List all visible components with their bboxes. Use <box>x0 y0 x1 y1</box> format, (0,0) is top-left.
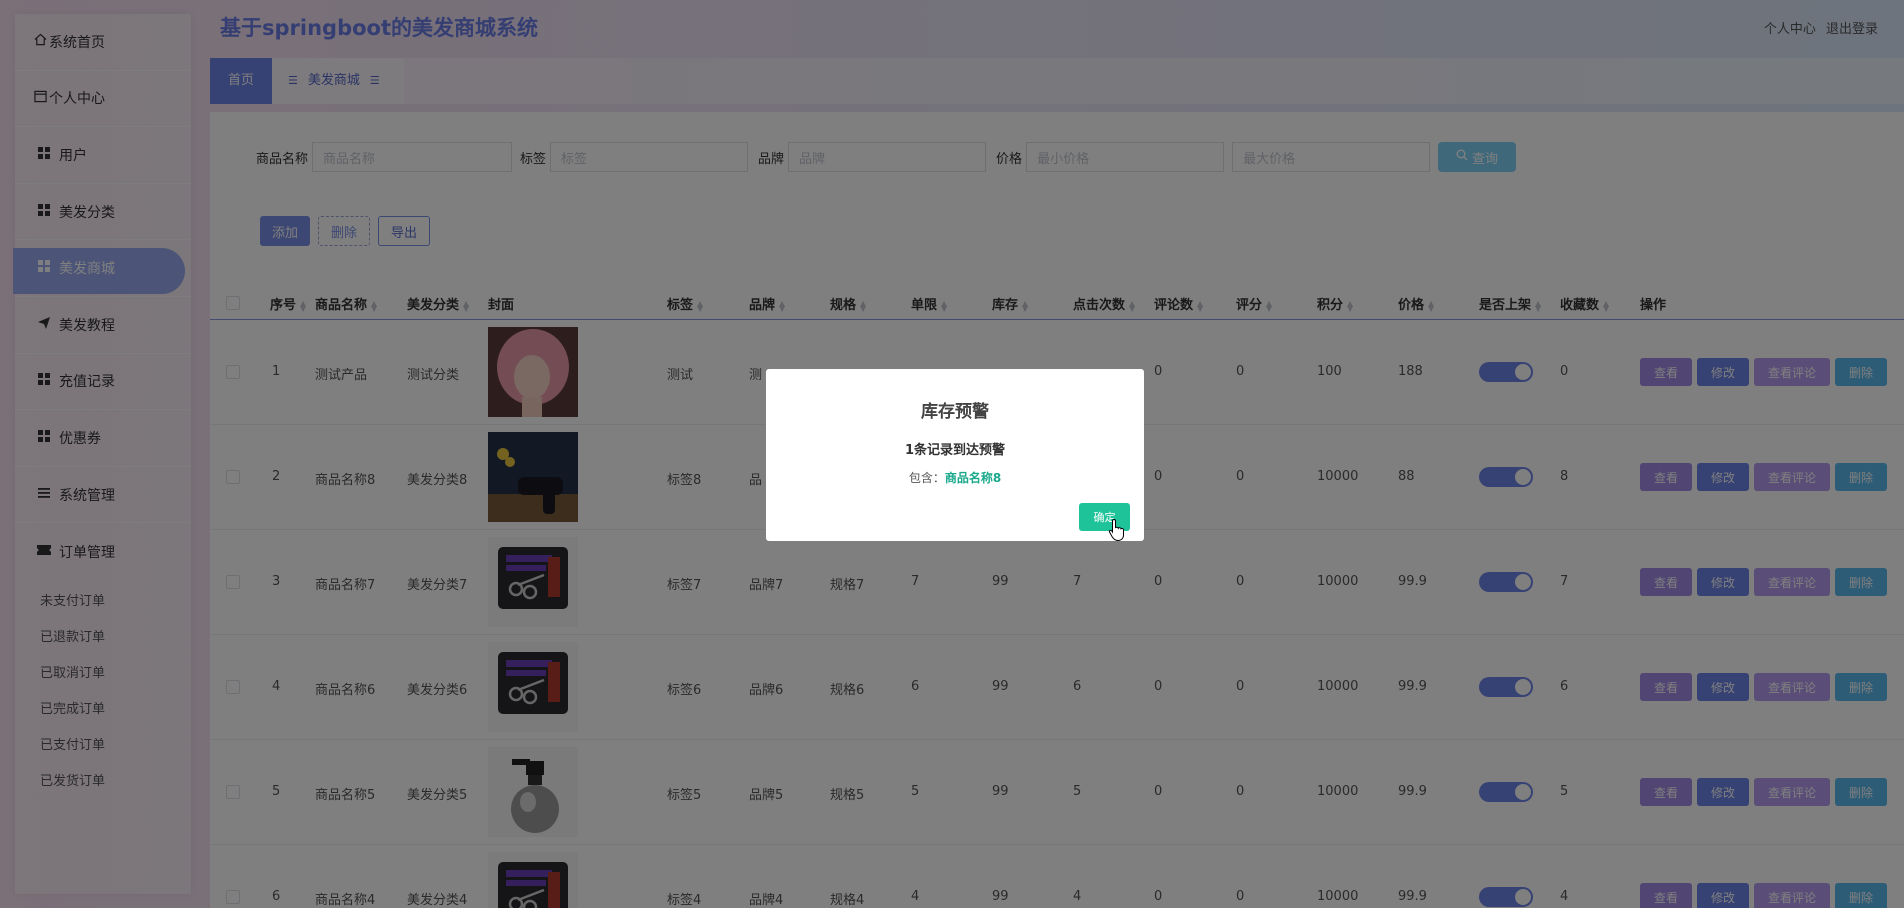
dialog-title: 库存预警 <box>921 402 989 422</box>
dialog-message: 1条记录到达预警 <box>904 443 1006 458</box>
warning-item: 商品名称8 <box>944 471 1002 485</box>
hand-cursor-icon <box>1108 518 1126 542</box>
stock-warning-dialog: 库存预警 1条记录到达预警 包含：商品名称8 确定 <box>766 369 1144 541</box>
dialog-detail: 包含：商品名称8 <box>908 471 1002 485</box>
